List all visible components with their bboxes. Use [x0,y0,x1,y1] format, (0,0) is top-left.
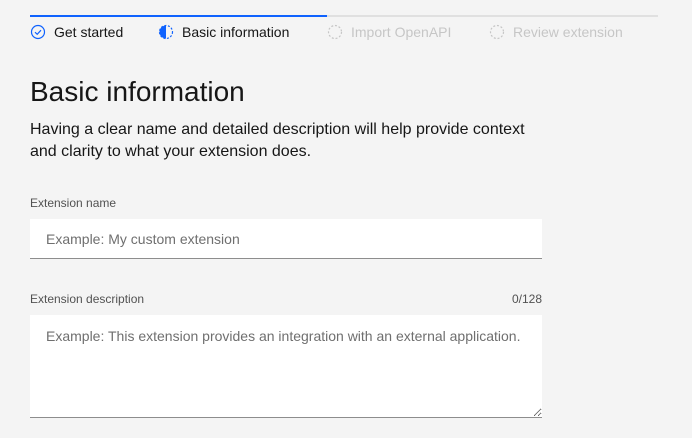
dashed-circle-icon [327,24,343,40]
progress-step-label: Get started [54,24,124,40]
progress-step-get-started[interactable]: Get started [30,15,158,45]
progress-step-import-openapi[interactable]: Import OpenAPI [327,15,489,45]
progress-step-basic-information[interactable]: Basic information [158,15,327,45]
progress-step-label: Import OpenAPI [351,24,452,40]
half-filled-circle-icon [158,24,174,40]
extension-name-label: Extension name [30,196,117,210]
page-title: Basic information [30,76,245,107]
extension-description-label: Extension description [30,292,145,306]
progress-step-label: Basic information [182,24,290,40]
progress-indicator: Get started Basic information Import Ope… [30,15,658,45]
extension-description-textarea[interactable] [30,315,542,418]
checkmark-circle-icon [30,24,46,40]
progress-step-review-extension[interactable]: Review extension [489,15,658,45]
page: Get started Basic information Import Ope… [0,0,692,438]
page-description: Having a clear name and detailed descrip… [30,121,525,160]
dashed-circle-icon [489,24,505,40]
extension-name-input[interactable] [30,219,542,259]
character-counter: 0/128 [511,292,542,306]
progress-step-label: Review extension [513,24,623,40]
